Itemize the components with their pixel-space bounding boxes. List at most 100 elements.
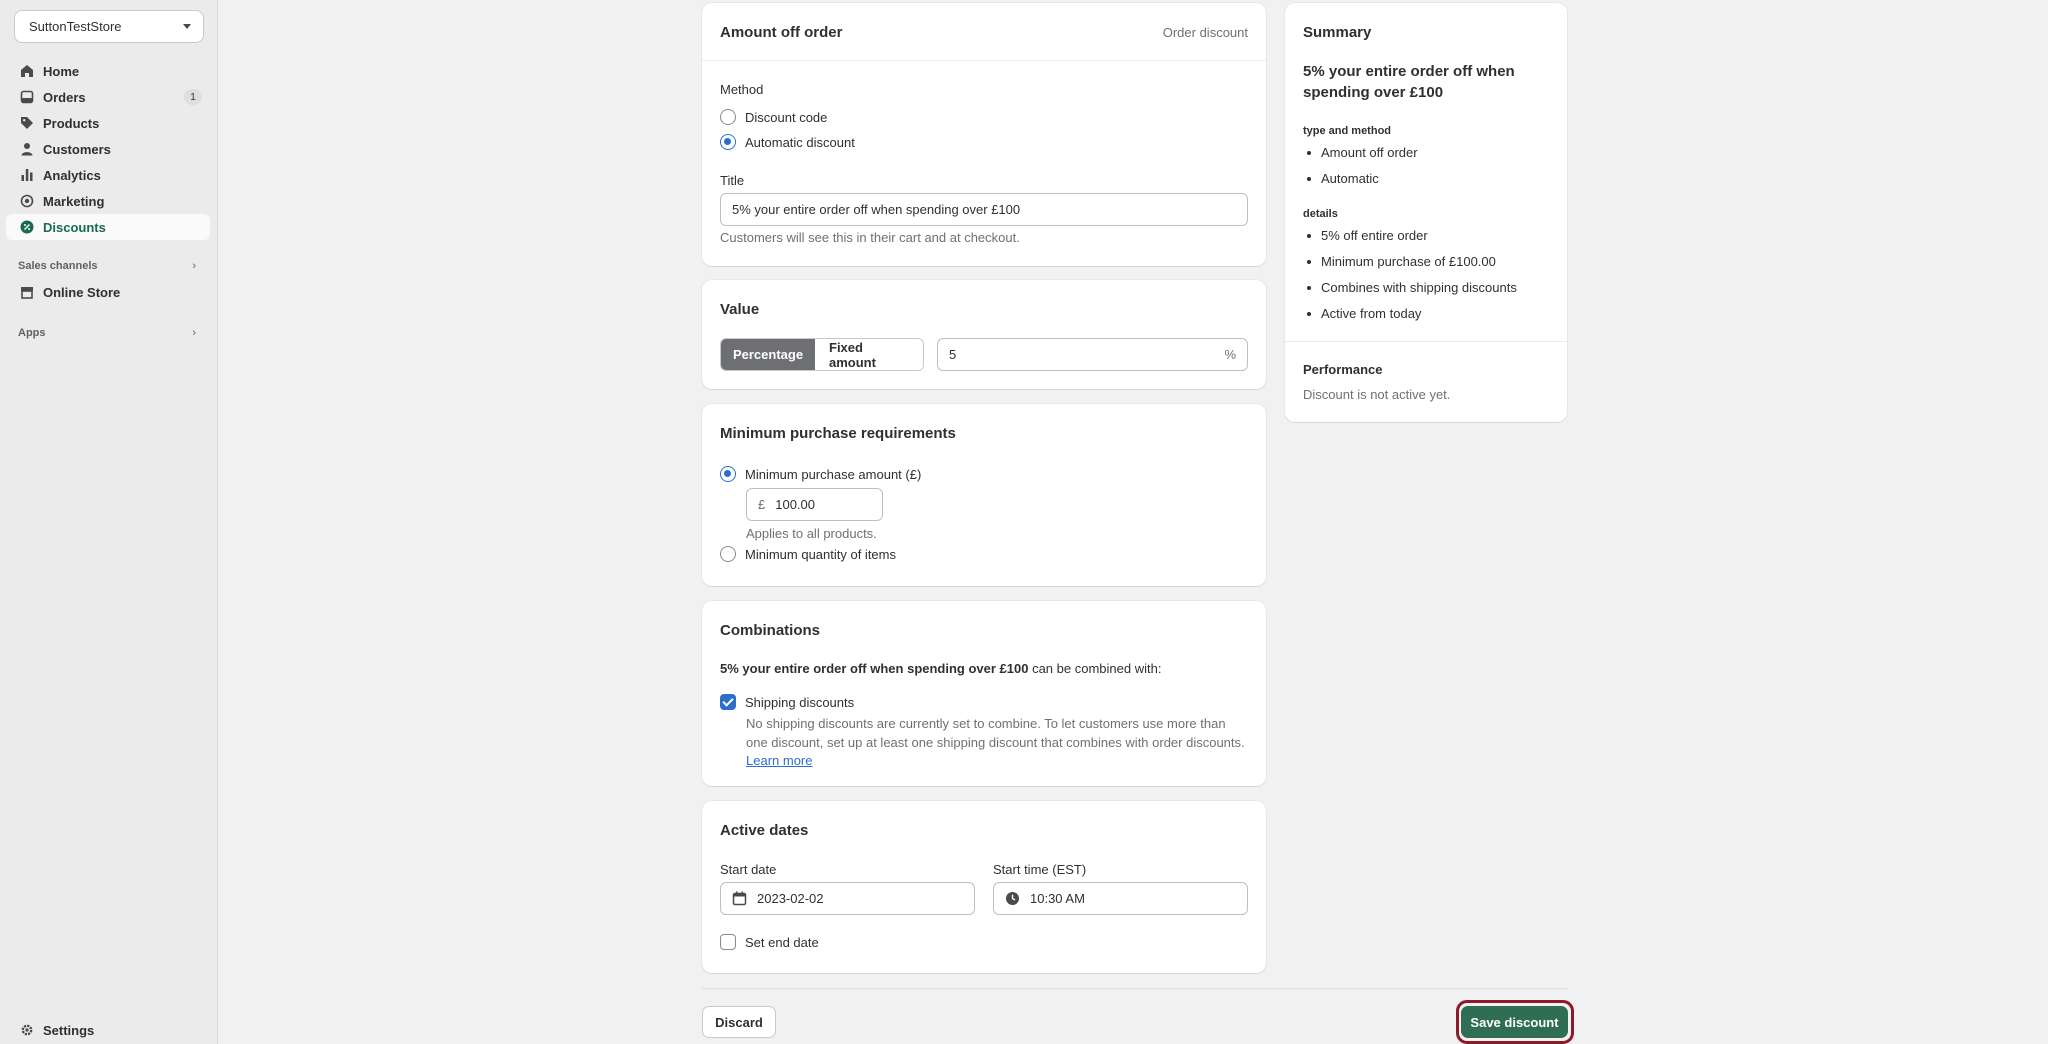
list-item: Minimum purchase of £100.00	[1303, 249, 1517, 275]
combinations-lead: 5% your entire order off when spending o…	[720, 661, 1161, 676]
apps-label: Apps	[18, 327, 46, 339]
card-title: Summary	[1303, 24, 1372, 41]
radio-button[interactable]	[720, 546, 736, 562]
divider	[1285, 341, 1567, 342]
option-label: Discount code	[745, 109, 828, 125]
store-name: SuttonTestStore	[29, 19, 122, 34]
sidebar-item-discounts[interactable]: Discounts	[6, 214, 210, 240]
discount-type-label: Order discount	[1162, 25, 1248, 40]
minimum-quantity-option[interactable]: Minimum quantity of items	[720, 546, 896, 562]
start-date-label: Start date	[720, 862, 777, 877]
sidebar-item-orders[interactable]: Orders 1	[6, 84, 210, 110]
shipping-help-body: No shipping discounts are currently set …	[746, 716, 1245, 750]
footer-divider	[702, 988, 1568, 989]
radio-button-selected[interactable]	[720, 466, 736, 482]
home-icon	[20, 64, 34, 78]
sidebar-item-label: Marketing	[43, 193, 105, 209]
title-input[interactable]: 5% your entire order off when spending o…	[720, 193, 1248, 226]
method-label: Method	[720, 82, 764, 97]
combinations-lead-rest: can be combined with:	[1028, 661, 1162, 676]
sidebar-item-products[interactable]: Products	[6, 110, 210, 136]
sidebar-item-online-store[interactable]: Online Store	[6, 279, 210, 305]
percent-suffix: %	[1224, 347, 1236, 362]
list-item: Amount off order	[1303, 140, 1418, 166]
sidebar-item-label: Customers	[43, 141, 111, 157]
discard-button[interactable]: Discard	[702, 1006, 776, 1038]
sidebar-item-label: Discounts	[43, 219, 106, 235]
sidebar-item-customers[interactable]: Customers	[6, 136, 210, 162]
card-title: Combinations	[720, 622, 820, 639]
sidebar-item-analytics[interactable]: Analytics	[6, 162, 210, 188]
sales-channels-label: Sales channels	[18, 260, 98, 272]
store-icon	[20, 285, 34, 299]
orders-icon	[20, 90, 34, 104]
shipping-help-text: No shipping discounts are currently set …	[746, 715, 1250, 771]
shipping-discounts-option[interactable]: Shipping discounts	[720, 694, 854, 710]
radio-button[interactable]	[720, 109, 736, 125]
save-discount-button[interactable]: Save discount	[1461, 1006, 1568, 1038]
fixed-amount-button[interactable]: Fixed amount	[815, 339, 923, 370]
checkbox-checked[interactable]	[720, 694, 736, 710]
card-title: Minimum purchase requirements	[720, 425, 956, 442]
sidebar-item-label: Home	[43, 63, 80, 79]
person-icon	[20, 142, 34, 156]
active-dates-card: Active dates Start date 2023-02-02 Start…	[702, 801, 1266, 973]
value-input-text: 5	[949, 347, 957, 362]
target-icon	[20, 194, 34, 208]
sidebar-item-label: Settings	[43, 1022, 95, 1038]
chevron-right-icon: ›	[192, 327, 196, 339]
card-title: Active dates	[720, 822, 809, 839]
performance-text: Discount is not active yet.	[1303, 387, 1451, 402]
gear-icon	[20, 1023, 34, 1037]
list-item: Automatic	[1303, 166, 1418, 192]
type-method-list: Amount off order Automatic	[1303, 140, 1418, 192]
sidebar-item-label: Online Store	[43, 284, 121, 300]
title-label: Title	[720, 173, 745, 188]
main-nav: Home Orders 1 Products Customers Analyti…	[6, 58, 210, 240]
store-selector[interactable]: SuttonTestStore	[14, 10, 204, 43]
discount-name: 5% your entire order off when spending o…	[720, 661, 1029, 676]
clock-icon	[1005, 891, 1020, 906]
sidebar-item-settings[interactable]: Settings	[6, 1017, 210, 1043]
method-option-automatic[interactable]: Automatic discount	[720, 134, 855, 150]
card-title: Amount off order	[720, 24, 843, 41]
percentage-button[interactable]: Percentage	[721, 339, 815, 370]
sidebar-item-label: Analytics	[43, 167, 101, 183]
option-label: Minimum purchase amount (£)	[745, 466, 922, 482]
start-time-label: Start time (EST)	[993, 862, 1087, 877]
checkbox[interactable]	[720, 934, 736, 950]
tag-icon	[20, 116, 34, 130]
details-heading: details	[1303, 208, 1338, 220]
method-option-code[interactable]: Discount code	[720, 109, 827, 125]
value-card: Value Percentage Fixed amount 5 %	[702, 280, 1266, 389]
sidebar-item-marketing[interactable]: Marketing	[6, 188, 210, 214]
summary-headline: 5% your entire order off when spending o…	[1303, 63, 1515, 101]
option-label: Shipping discounts	[745, 694, 855, 710]
summary-card: Summary 5% your entire order off when sp…	[1285, 3, 1567, 422]
option-label: Automatic discount	[745, 134, 855, 150]
minimum-amount-option[interactable]: Minimum purchase amount (£)	[720, 466, 921, 482]
learn-more-link[interactable]: Learn more	[746, 753, 812, 768]
sales-channels-header[interactable]: Sales channels ›	[18, 260, 196, 272]
bar-chart-icon	[20, 168, 34, 182]
apps-header[interactable]: Apps ›	[18, 327, 196, 339]
list-item: Combines with shipping discounts	[1303, 275, 1517, 301]
start-time-input[interactable]: 10:30 AM	[993, 882, 1248, 915]
option-label: Minimum quantity of items	[745, 546, 896, 562]
option-label: Set end date	[745, 934, 819, 950]
caret-down-icon	[183, 24, 191, 29]
minimum-help-text: Applies to all products.	[746, 526, 877, 541]
start-date-input[interactable]: 2023-02-02	[720, 882, 975, 915]
amount-off-card: Amount off order Order discount Method D…	[702, 3, 1266, 266]
list-item: 5% off entire order	[1303, 223, 1517, 249]
radio-button-selected[interactable]	[720, 134, 736, 150]
sidebar-item-home[interactable]: Home	[6, 58, 210, 84]
start-date-value: 2023-02-02	[757, 891, 824, 906]
minimum-amount-input[interactable]: £ 100.00	[746, 488, 883, 521]
combinations-card: Combinations 5% your entire order off wh…	[702, 601, 1266, 786]
chevron-right-icon: ›	[192, 260, 196, 272]
set-end-date-option[interactable]: Set end date	[720, 934, 819, 950]
title-input-value: 5% your entire order off when spending o…	[732, 202, 1021, 217]
type-method-heading: type and method	[1303, 125, 1392, 137]
value-input[interactable]: 5 %	[937, 338, 1248, 371]
